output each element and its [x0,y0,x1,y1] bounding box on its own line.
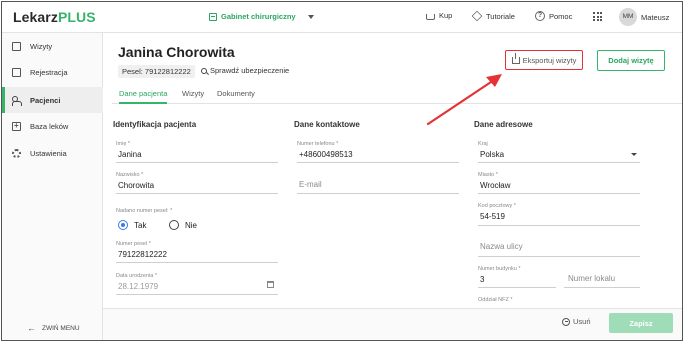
sidebar-item-rejestracja[interactable]: Rejestracja [2,59,103,85]
field-label: Nazwisko * [116,172,144,178]
apartment-placeholder: Numer lokalu [568,274,616,283]
calendar-icon [209,12,217,21]
medical-cross-icon [12,121,21,131]
add-visit-button[interactable]: Dodaj wizytę [597,50,665,71]
field-value: Janina [118,150,142,159]
nav-tutorials[interactable]: Tutoriale [471,10,515,22]
radio-yes[interactable] [118,220,128,230]
sidebar-item-label: Pacjenci [30,95,61,105]
logo-text-plus: PLUS [57,9,96,25]
collapse-menu-button[interactable]: ← ZWIŃ MENU [27,323,80,333]
radio-no-label[interactable]: Nie [185,221,197,230]
download-icon [511,52,520,64]
arrow-left-icon: ← [27,323,36,333]
field-value: 3 [480,275,485,284]
export-visits-button[interactable]: Eksportuj wizyty [505,50,583,70]
save-button[interactable]: Zapisz [609,313,673,333]
logo-text-lekarz: Lekarz [13,9,58,25]
nav-help-label: Pomoc [549,11,573,21]
tab-dokumenty[interactable]: Dokumenty [217,89,255,98]
clinic-selector[interactable]: Gabinet chirurgiczny [209,12,314,21]
page-title: Janina Chorowita [118,44,235,60]
field-label: Data urodzenia * [116,273,157,279]
graduation-cap-icon [471,10,483,22]
field-value: Chorowita [118,181,155,190]
search-icon [201,67,207,74]
app-logo[interactable]: LekarzPLUS [13,9,96,25]
sidebar-item-label: Ustawienia [30,148,67,158]
verify-insurance-label: Sprawdź ubezpieczenie [210,66,290,75]
sidebar-item-pacjenci[interactable]: Pacjenci [2,87,103,113]
nfz-branch-label: Oddział NFZ * [478,297,513,303]
field-label: Kod pocztowy * [478,203,516,209]
remove-circle-icon [562,317,570,326]
people-icon [12,95,22,106]
export-visits-label: Eksportuj wizyty [522,55,577,65]
chevron-down-icon [307,14,314,19]
street-placeholder: Nazwa ulicy [480,242,523,251]
field-value: Wrocław [480,181,511,190]
radio-yes-label[interactable]: Tak [134,221,146,230]
section-title-contact: Dane kontaktowe [294,120,360,129]
tab-wizyty[interactable]: Wizyty [182,89,204,98]
nav-buy[interactable]: Kup [426,11,452,20]
clinic-name: Gabinet chirurgiczny [221,12,296,21]
calendar-icon [267,281,274,288]
app-window: LekarzPLUS Gabinet chirurgiczny Kup Tuto… [1,1,683,341]
field-label: Numer pesel * [116,241,151,247]
sidebar-item-baza-lekow[interactable]: Baza leków [2,113,103,139]
username[interactable]: Mateusz [641,13,669,22]
top-bar: LekarzPLUS Gabinet chirurgiczny Kup Tuto… [2,2,682,33]
field-label: Numer telefonu * [297,141,339,147]
pesel-chip: Pesel: 79122812222 [118,65,195,78]
sidebar-item-label: Baza leków [30,121,69,131]
gear-icon [12,148,21,158]
section-title-address: Dane adresowe [474,120,533,129]
form-footer [103,308,682,340]
field-value: Polska [480,150,505,159]
field-value: 28.12.1979 [118,282,159,291]
sidebar-item-label: Rejestracja [30,67,68,77]
field-label: Kraj [478,141,488,147]
apps-grid-icon[interactable] [593,12,602,21]
avatar[interactable]: MM [619,8,637,26]
nav-buy-label: Kup [439,11,453,20]
verify-insurance-link[interactable]: Sprawdź ubezpieczenie [201,66,289,75]
email-placeholder: E-mail [299,180,322,189]
help-icon: ? [535,11,545,21]
chevron-down-icon [631,153,637,156]
clipboard-icon [12,41,21,51]
cart-icon [426,14,435,20]
pesel-assigned-label: Nadano numer pesel: * [116,208,173,214]
section-title-identification: Identyfikacja pacjenta [113,120,197,129]
tab-dane-pacjenta[interactable]: Dane pacjenta [119,89,168,104]
radio-no[interactable] [169,220,179,230]
nav-tutorials-label: Tutoriale [486,11,515,21]
sidebar-item-wizyty[interactable]: Wizyty [2,33,103,59]
field-value: 79122812222 [118,250,167,259]
field-label: Numer budynku * [478,266,521,272]
collapse-menu-label: ZWIŃ MENU [42,324,80,332]
sidebar-item-label: Wizyty [30,41,53,51]
remove-label: Usuń [573,317,591,326]
field-label: Miasto * [478,172,498,178]
sidebar: Wizyty Rejestracja Pacjenci Baza leków U… [2,33,103,340]
calendar-icon [12,67,21,77]
tab-bar: Dane pacjenta Wizyty Dokumenty [112,87,682,104]
nav-help[interactable]: ? Pomoc [535,11,572,21]
field-value: +48600498513 [299,150,353,159]
field-value: 54-519 [480,212,505,221]
remove-button[interactable]: Usuń [562,317,591,326]
field-label: Imię * [116,141,131,147]
sidebar-item-ustawienia[interactable]: Ustawienia [2,140,103,166]
